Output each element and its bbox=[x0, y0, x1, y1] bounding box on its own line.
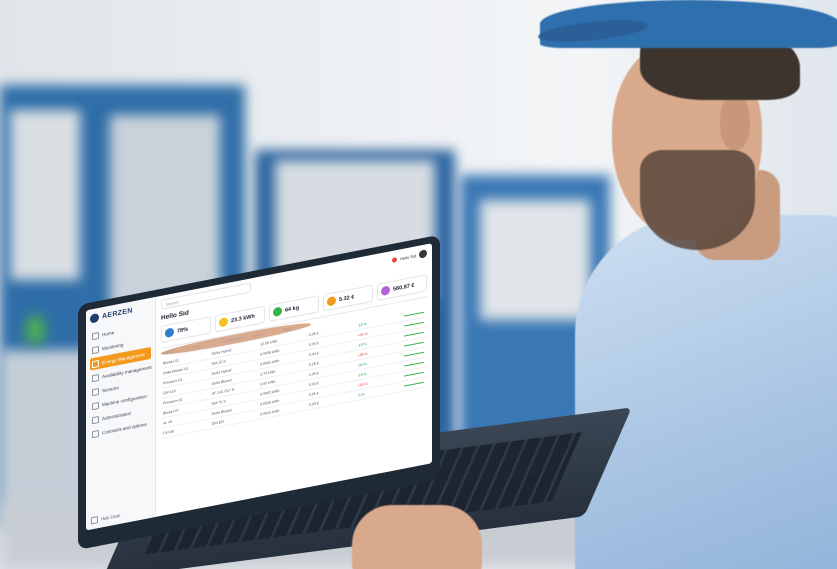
engineer-shirt bbox=[575, 215, 837, 569]
status-light bbox=[25, 315, 45, 345]
trend-bar bbox=[403, 331, 424, 337]
cabinet-vent-panel bbox=[10, 110, 80, 280]
kpi-icon bbox=[219, 316, 228, 328]
kpi-icon bbox=[381, 285, 390, 297]
kpi-icon bbox=[327, 295, 336, 307]
sidebar-item-label: Administration bbox=[102, 410, 132, 421]
config-icon bbox=[92, 401, 99, 410]
engineer-ear bbox=[720, 95, 750, 150]
engineer-beard bbox=[640, 150, 755, 250]
sidebar: AERZEN Home Monitoring Energy Management Av… bbox=[86, 296, 156, 531]
help-desk-label: Help Desk bbox=[101, 512, 121, 522]
brand-name: AERZEN bbox=[102, 307, 133, 321]
trend-bar bbox=[403, 371, 424, 377]
avatar[interactable] bbox=[419, 249, 427, 259]
cabinet-door bbox=[480, 200, 590, 320]
logo-icon bbox=[90, 312, 99, 324]
kpi-value: 78% bbox=[177, 326, 189, 335]
sidebar-item-label: Sensors bbox=[102, 384, 119, 393]
trend-bar bbox=[403, 361, 424, 367]
availability-icon bbox=[92, 373, 99, 382]
help-desk-link[interactable]: Help Desk bbox=[91, 512, 120, 525]
kpi-icon bbox=[165, 327, 174, 339]
user-menu[interactable]: Hello Sid bbox=[391, 249, 427, 264]
user-name: Hello Sid bbox=[399, 252, 416, 261]
energy-icon bbox=[92, 359, 99, 368]
sidebar-item-label: Contracts and options bbox=[102, 421, 147, 435]
trend-bar bbox=[403, 321, 424, 327]
sidebar-item-label: Home bbox=[102, 329, 115, 337]
sensor-icon bbox=[92, 387, 99, 396]
trend-bar bbox=[403, 341, 424, 347]
kpi-value: 64 kg bbox=[285, 304, 300, 314]
kpi-icon bbox=[273, 306, 282, 318]
monitor-icon bbox=[92, 345, 99, 354]
kpi-value: 560.87 € bbox=[393, 282, 415, 293]
trend-bar bbox=[403, 381, 424, 387]
admin-icon bbox=[92, 415, 99, 424]
trend-bar bbox=[403, 351, 424, 357]
help-icon bbox=[91, 516, 98, 525]
home-icon bbox=[92, 331, 99, 340]
notification-icon[interactable] bbox=[391, 256, 397, 263]
kpi-value: 23.3 kWh bbox=[231, 313, 255, 324]
trend-bar bbox=[403, 311, 424, 317]
engineer-hand bbox=[352, 505, 482, 569]
contract-icon bbox=[92, 429, 99, 438]
sidebar-item-label: Monitoring bbox=[102, 341, 124, 351]
kpi-value: 5.32 € bbox=[339, 293, 355, 303]
photo-scene: AERZEN Home Monitoring Energy Management Av… bbox=[0, 0, 837, 569]
